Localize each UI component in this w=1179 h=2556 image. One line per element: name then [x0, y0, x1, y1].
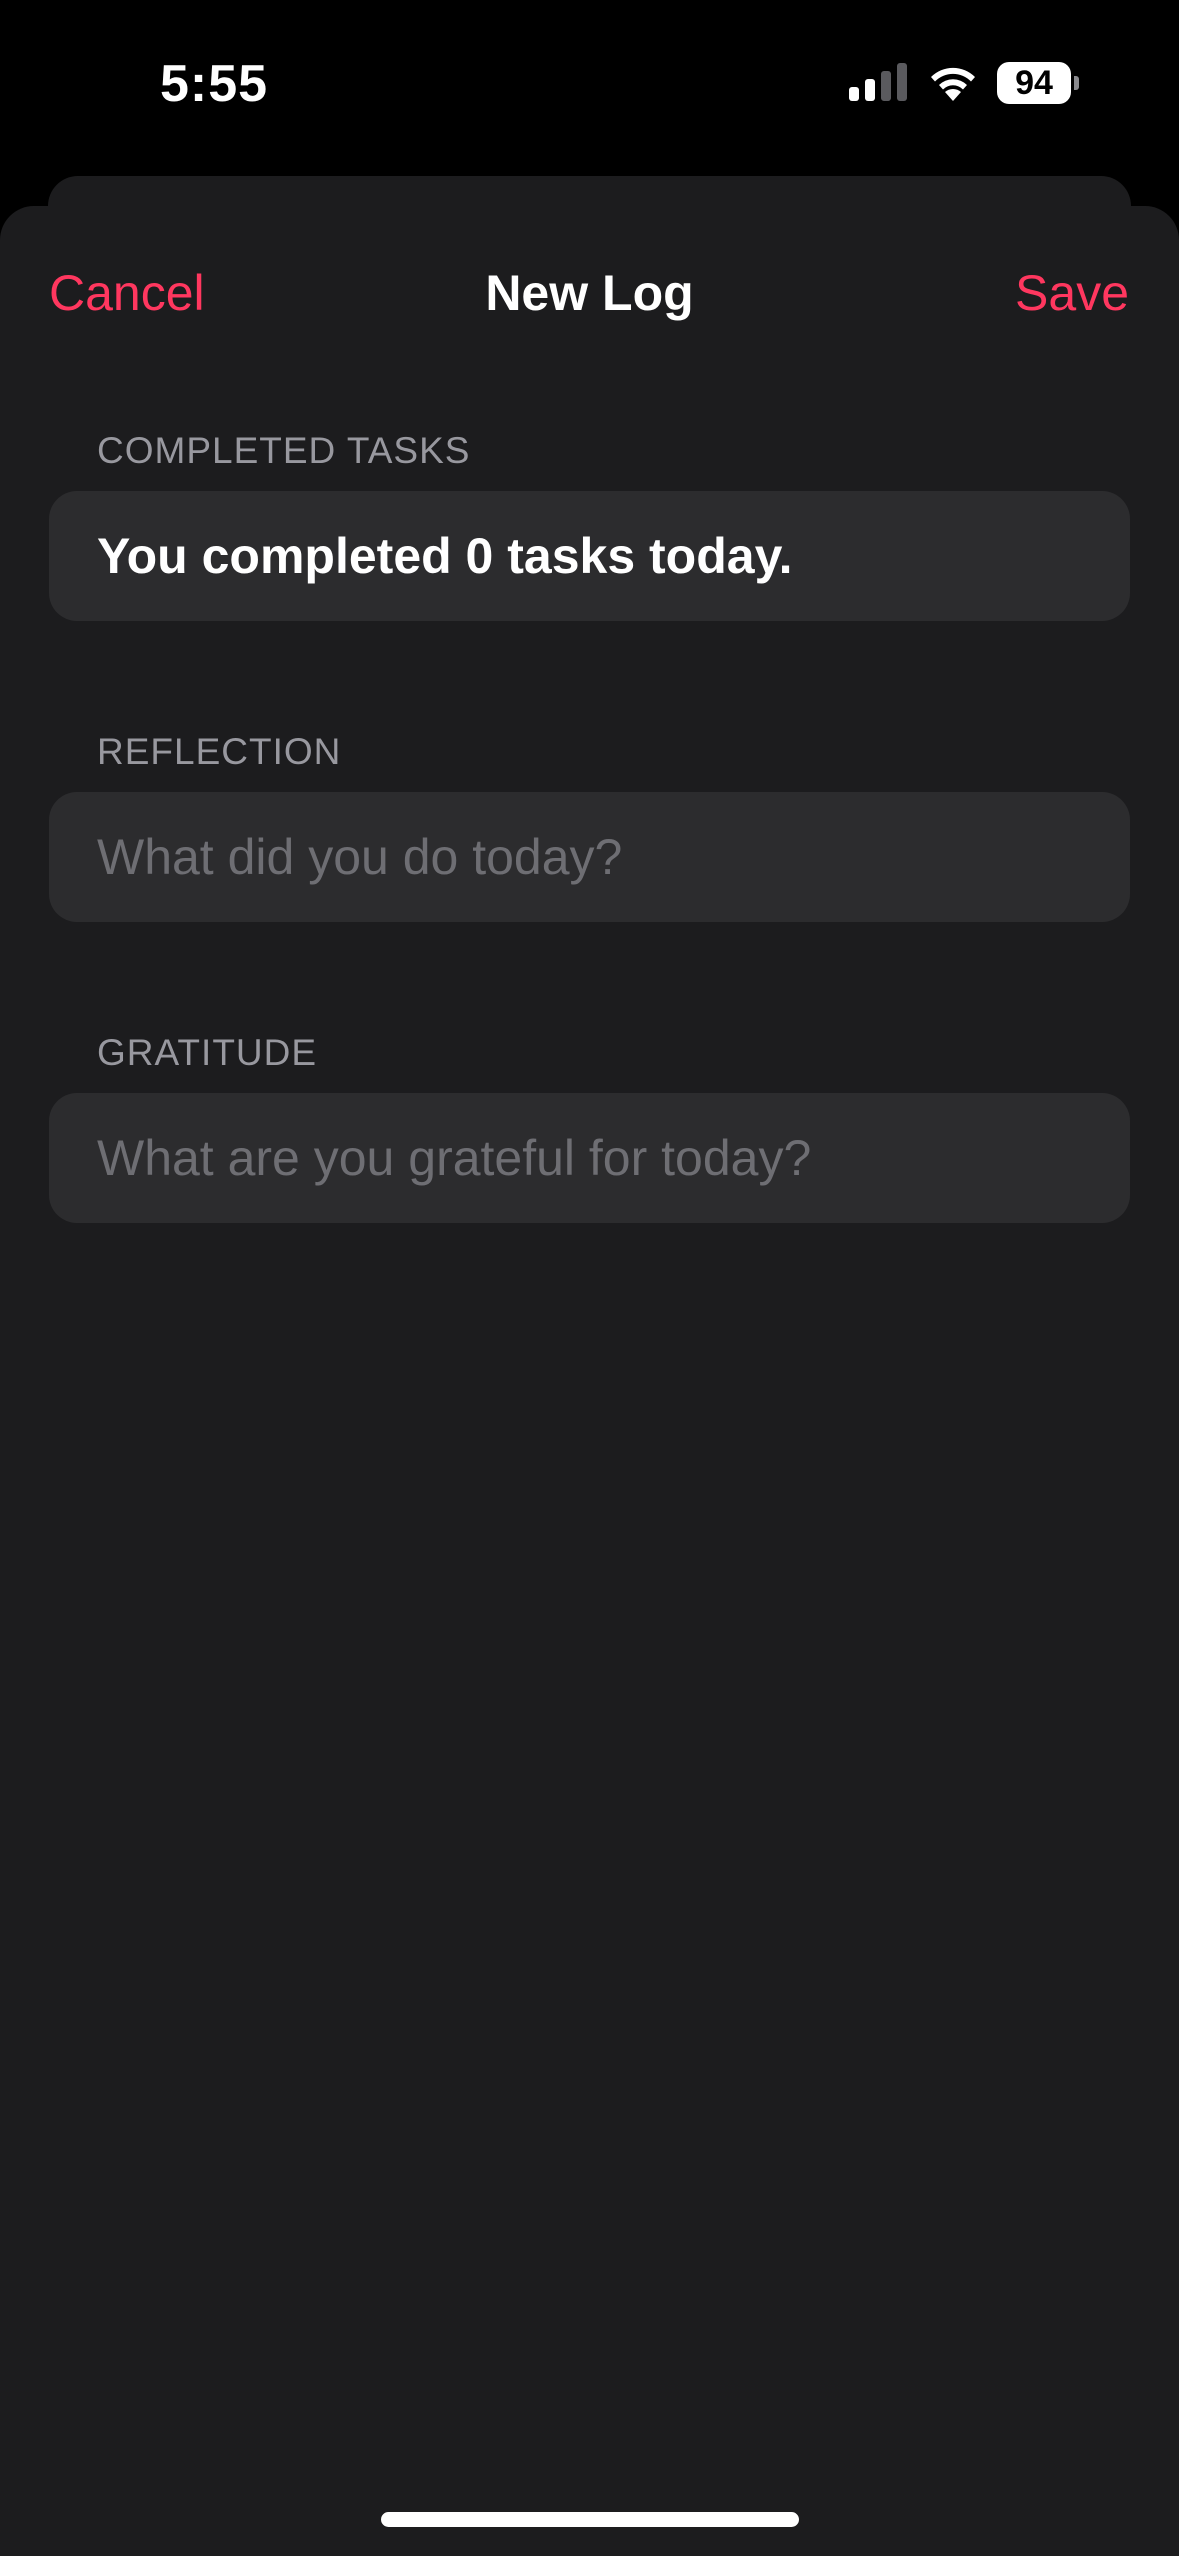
battery-icon: 94 [997, 62, 1079, 104]
gratitude-header: GRATITUDE [97, 1032, 318, 1073]
wifi-icon [931, 67, 975, 101]
completed-tasks-text: You completed 0 tasks today. [97, 528, 793, 584]
status-time: 5:55 [160, 55, 269, 113]
battery-level: 94 [997, 62, 1071, 104]
home-indicator[interactable] [381, 2512, 799, 2527]
completed-tasks-card: You completed 0 tasks today. [49, 491, 1130, 621]
gratitude-field[interactable] [49, 1093, 1130, 1223]
nav-bar: Cancel New Log Save [0, 206, 1179, 376]
status-icons: 94 [849, 62, 1079, 104]
reflection-header: REFLECTION [97, 731, 342, 772]
save-button[interactable]: Save [1015, 264, 1129, 322]
signal-icon [849, 63, 907, 101]
reflection-input[interactable] [97, 828, 1130, 886]
completed-tasks-header: COMPLETED TASKS [97, 430, 471, 471]
reflection-field[interactable] [49, 792, 1130, 922]
battery-cap [1074, 76, 1079, 90]
page-title: New Log [485, 265, 694, 321]
new-log-sheet: Cancel New Log Save COMPLETED TASKS You … [0, 206, 1179, 2556]
status-bar: 5:55 94 [0, 0, 1179, 170]
gratitude-input[interactable] [97, 1129, 1130, 1187]
